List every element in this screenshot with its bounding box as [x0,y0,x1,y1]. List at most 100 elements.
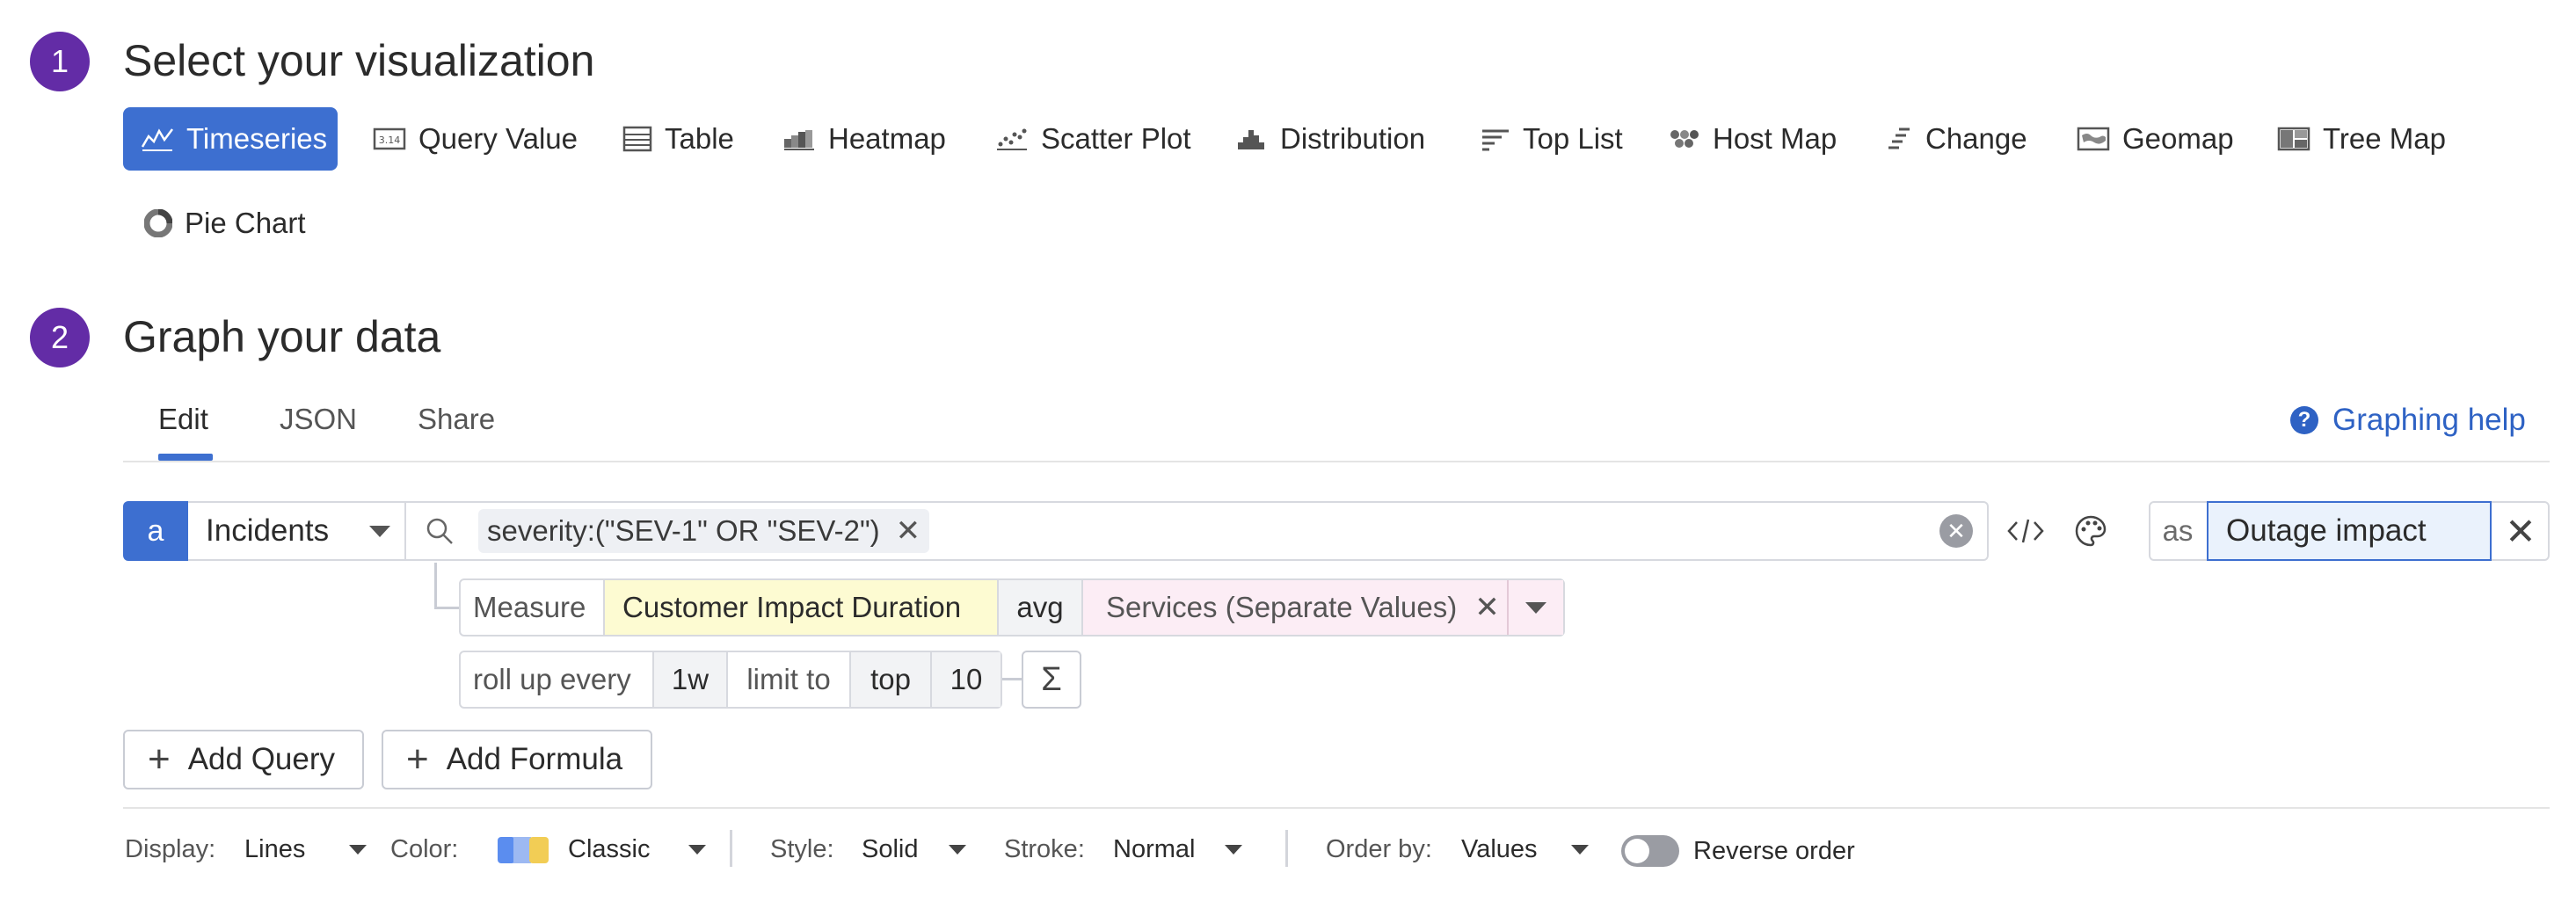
viz-label: Timeseries [186,122,328,155]
distribution-icon [1238,130,1264,149]
pie-chart-icon [144,209,172,237]
close-icon[interactable]: ✕ [896,513,921,549]
options-separator [730,830,732,867]
tree-connector [434,607,459,609]
options-separator [1285,830,1288,867]
stroke-label: Stroke: [1004,835,1085,863]
close-icon[interactable]: ✕ [2492,501,2550,561]
viz-geomap-button[interactable]: Geomap [2059,107,2252,171]
clear-search-icon[interactable]: ✕ [1939,514,1973,548]
style-value: Solid [862,835,919,863]
viz-heatmap-button[interactable]: Heatmap [765,107,964,171]
viz-label: Geomap [2122,122,2234,155]
host-map-icon [1670,130,1699,148]
stroke-select[interactable]: Normal [1113,835,1243,864]
viz-pie-chart-button[interactable]: Pie Chart [127,192,324,255]
alias-input[interactable]: Outage impact [2207,501,2492,561]
add-function-button[interactable]: Σ [1022,651,1081,709]
filter-chip[interactable]: severity:("SEV-1" OR "SEV-2") ✕ [478,509,930,553]
toggle-switch[interactable] [1621,835,1679,867]
tab-json[interactable]: JSON [280,403,357,436]
viz-label: Tree Map [2323,122,2446,155]
data-source-select[interactable]: Incidents [188,501,406,561]
order-select[interactable]: Values [1461,835,1589,864]
add-formula-label: Add Formula [446,742,623,776]
alias-prefix: as [2162,514,2194,547]
measure-select[interactable]: Customer Impact Duration [603,580,999,635]
viz-change-button[interactable]: Change [1869,107,2045,171]
svg-text:3.14: 3.14 [379,135,401,146]
chevron-down-icon [688,845,707,855]
options-divider [123,807,2550,809]
graphing-help-link[interactable]: ? Graphing help [2290,403,2526,438]
chevron-down-icon [1525,601,1546,614]
group-by-select[interactable]: Services (Separate Values) ✕ [1083,580,1563,635]
aggregation-select[interactable]: avg [999,580,1083,635]
tree-map-icon [2277,127,2310,151]
style-label: Style: [770,835,834,863]
scatter-plot-icon [997,128,1027,150]
help-icon: ? [2290,406,2318,434]
step-1-badge: 1 [30,32,90,91]
active-tab-indicator [158,454,213,461]
viz-top-list-button[interactable]: Top List [1463,107,1641,171]
heatmap-icon [784,130,814,150]
viz-tree-map-button[interactable]: Tree Map [2259,107,2463,171]
toggle-knob [1625,839,1649,863]
tree-connector [434,563,437,608]
tabs-divider [123,461,2550,462]
group-by-dropdown[interactable] [1507,580,1563,635]
palette-icon[interactable] [2073,513,2108,549]
limit-direction[interactable]: top [849,652,932,707]
display-select[interactable]: Lines [244,835,367,864]
viz-scatter-plot-button[interactable]: Scatter Plot [978,107,1209,171]
reverse-order-toggle[interactable]: Reverse order [1621,835,1855,867]
viz-timeseries-button[interactable]: Timeseries [123,107,338,171]
query-letter-badge[interactable]: a [123,501,188,561]
viz-label: Top List [1523,122,1623,155]
viz-label: Change [1925,122,2027,155]
top-list-icon [1482,129,1509,151]
chevron-down-icon [1225,845,1243,855]
viz-label: Query Value [418,122,578,155]
color-label: Color: [390,835,459,863]
geomap-icon [2077,127,2110,151]
stroke-value: Normal [1113,835,1196,863]
tab-share[interactable]: Share [418,403,495,436]
viz-host-map-button[interactable]: Host Map [1649,107,1854,171]
search-icon [426,518,453,544]
viz-query-value-button[interactable]: 3.14 Query Value [355,107,595,171]
plus-icon: + [406,738,429,781]
order-value: Values [1461,835,1538,863]
query-value-icon: 3.14 [373,127,406,150]
color-value: Classic [568,835,651,863]
search-query-input[interactable]: severity:("SEV-1" OR "SEV-2") ✕ ✕ [406,501,1989,561]
order-label: Order by: [1326,835,1432,863]
add-query-label: Add Query [187,742,336,776]
reverse-order-label: Reverse order [1693,836,1855,865]
add-query-button[interactable]: + Add Query [123,730,364,789]
color-select[interactable]: Classic [498,835,707,864]
chevron-down-icon [948,845,966,855]
viz-label: Heatmap [828,122,946,155]
code-icon[interactable] [2006,515,2045,547]
measure-label: Measure [473,591,586,623]
step-2-title: Graph your data [123,312,441,361]
add-formula-button[interactable]: + Add Formula [382,730,652,789]
style-select[interactable]: Solid [862,835,966,864]
rollup-interval[interactable]: 1w [652,652,728,707]
close-icon[interactable]: ✕ [1474,590,1500,625]
viz-label: Distribution [1280,122,1426,155]
limit-count[interactable]: 10 [932,652,1001,707]
viz-label: Table [665,122,734,155]
viz-label: Scatter Plot [1041,122,1191,155]
function-connector [1002,678,1022,680]
tab-edit[interactable]: Edit [158,403,208,436]
viz-distribution-button[interactable]: Distribution [1217,107,1443,171]
timeseries-icon [141,128,173,151]
viz-table-button[interactable]: Table [605,107,752,171]
graphing-help-label: Graphing help [2332,403,2526,437]
viz-label: Host Map [1713,122,1837,155]
plus-icon: + [148,738,171,781]
step-2-badge: 2 [30,308,90,367]
